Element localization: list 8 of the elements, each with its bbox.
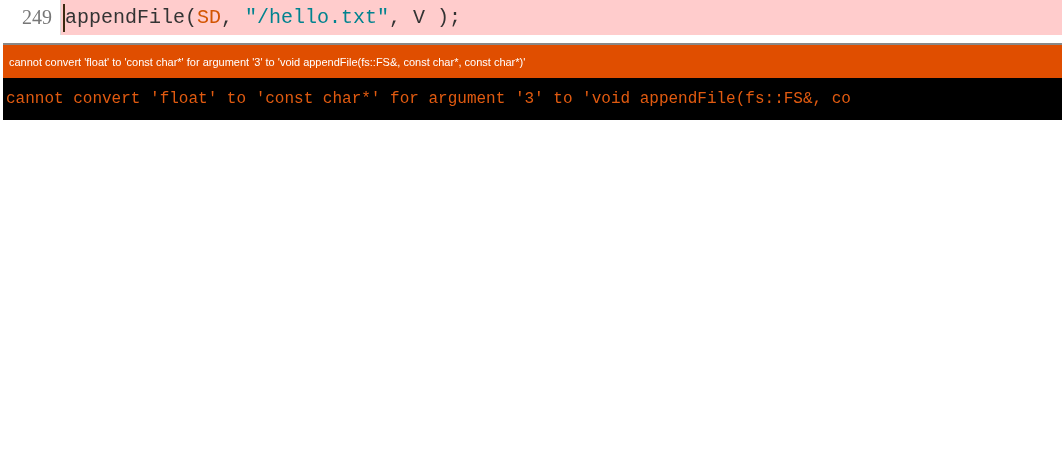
- code-token: , V );: [389, 6, 462, 29]
- code-token: SD: [197, 6, 222, 29]
- code-token: "/hello.txt": [245, 6, 390, 29]
- error-message: cannot convert 'float' to 'const char*' for argument '3' to 'void appendFile(fs::FS&, const char*, const char*)': [9, 55, 526, 68]
- code-token: ,: [221, 6, 235, 29]
- console-output: cannot convert 'float' to 'const char*' for argument '3' to 'void appendFile(fs::FS&, co: [6, 90, 851, 108]
- text-cursor: [63, 3, 65, 32]
- code-token: appendFile(: [65, 6, 198, 29]
